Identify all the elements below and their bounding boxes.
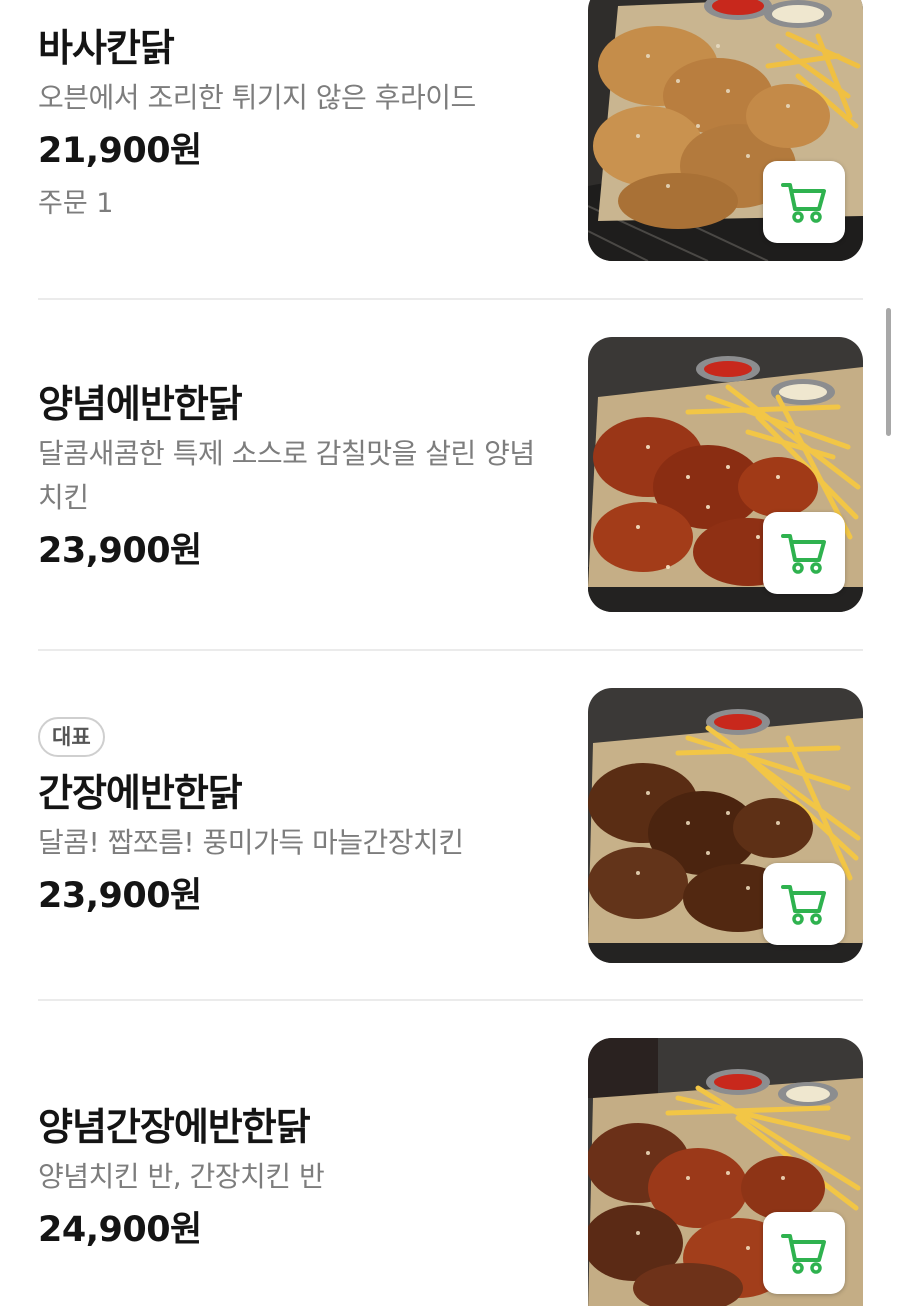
menu-item-photo[interactable] xyxy=(588,337,863,612)
scrollbar-thumb[interactable] xyxy=(886,308,891,436)
menu-item-name: 양념에반한닭 xyxy=(38,382,243,426)
menu-item-yangnyeom-ganjang-eban-handak[interactable]: 양념간장에반한닭 양념치킨 반, 간장치킨 반 24,900원 xyxy=(0,1001,900,1306)
menu-item-text: 대표 간장에반한닭 달콤! 짭쪼름! 풍미가득 마늘간장치킨 23,900원 xyxy=(38,717,558,919)
menu-item-photo[interactable] xyxy=(588,688,863,963)
menu-item-name: 간장에반한닭 xyxy=(38,771,243,815)
menu-item-basakan-dak[interactable]: 바사칸닭 오븐에서 조리한 튀기지 않은 후라이드 21,900원 주문 1 xyxy=(0,0,900,298)
signature-badge: 대표 xyxy=(38,717,105,757)
menu-item-name: 양념간장에반한닭 xyxy=(38,1105,311,1149)
shopping-cart-icon xyxy=(781,1234,826,1274)
menu-item-price: 23,900원 xyxy=(38,876,202,916)
menu-item-description: 오븐에서 조리한 튀기지 않은 후라이드 xyxy=(38,81,476,114)
menu-item-text: 양념에반한닭 달콤새콤한 특제 소스로 감칠맛을 살린 양념치킨 23,900원 xyxy=(38,380,558,574)
menu-item-description: 달콤! 짭쪼름! 풍미가득 마늘간장치킨 xyxy=(38,826,464,859)
shopping-cart-icon xyxy=(781,534,826,574)
add-to-cart-button[interactable] xyxy=(763,161,845,243)
menu-item-photo[interactable] xyxy=(588,1038,863,1306)
add-to-cart-button[interactable] xyxy=(763,1212,845,1294)
menu-item-text: 바사칸닭 오븐에서 조리한 튀기지 않은 후라이드 21,900원 주문 1 xyxy=(38,24,558,224)
menu-item-description: 양념치킨 반, 간장치킨 반 xyxy=(38,1160,325,1193)
add-to-cart-button[interactable] xyxy=(763,512,845,594)
menu-item-description: 달콤새콤한 특제 소스로 감칠맛을 살린 양념치킨 xyxy=(38,437,535,514)
shopping-cart-icon xyxy=(781,183,826,223)
menu-item-order-count: 주문 1 xyxy=(38,188,114,219)
menu-item-photo[interactable] xyxy=(588,0,863,261)
menu-item-yangnyeom-eban-handak[interactable]: 양념에반한닭 달콤새콤한 특제 소스로 감칠맛을 살린 양념치킨 23,900원 xyxy=(0,300,900,650)
menu-item-price: 24,900원 xyxy=(38,1210,202,1250)
menu-item-price: 21,900원 xyxy=(38,131,202,171)
menu-item-ganjang-eban-handak[interactable]: 대표 간장에반한닭 달콤! 짭쪼름! 풍미가득 마늘간장치킨 23,900원 xyxy=(0,651,900,1001)
menu-item-name: 바사칸닭 xyxy=(38,26,175,70)
menu-item-price: 23,900원 xyxy=(38,531,202,571)
shopping-cart-icon xyxy=(781,885,826,925)
add-to-cart-button[interactable] xyxy=(763,863,845,945)
menu-item-text: 양념간장에반한닭 양념치킨 반, 간장치킨 반 24,900원 xyxy=(38,1103,558,1253)
